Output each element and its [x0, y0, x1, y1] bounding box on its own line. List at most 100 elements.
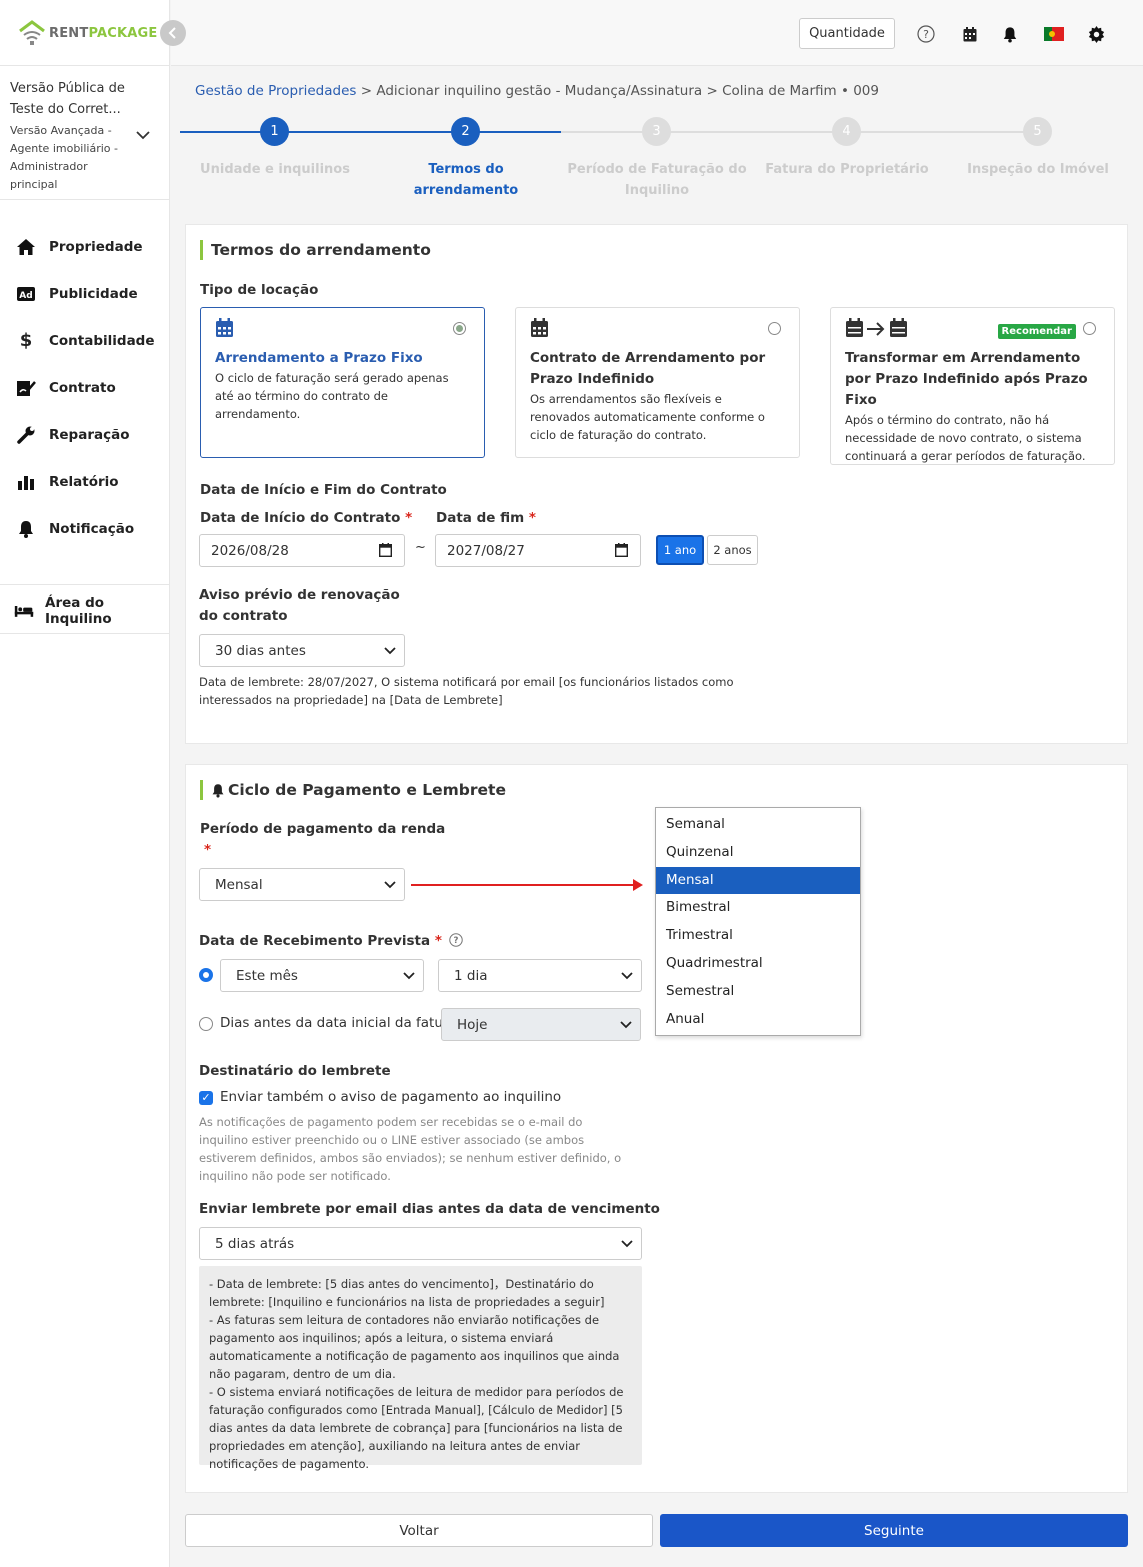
home-icon: [16, 237, 36, 257]
dropdown-option[interactable]: Semanal: [656, 811, 860, 839]
nav-item-notificacao[interactable]: Notificação: [0, 505, 170, 552]
rent-period-label: Período de pagamento da renda: [200, 821, 446, 837]
dropdown-option[interactable]: Trimestral: [656, 922, 860, 950]
nav-item-tenant-area[interactable]: Área do Inquilino: [0, 590, 169, 632]
help-icon[interactable]: ?: [448, 933, 463, 947]
topbar: Quantidade ?: [171, 0, 1143, 66]
ad-icon: Ad: [16, 284, 36, 304]
svg-text:?: ?: [923, 28, 929, 41]
end-date-value: 2027/08/27: [447, 542, 525, 559]
step-2-circle[interactable]: 2: [451, 117, 480, 146]
send-tenant-hint: As notificações de pagamento podem ser r…: [199, 1115, 622, 1183]
dropdown-option[interactable]: Anual: [656, 1006, 860, 1034]
recommend-badge: Recomendar: [997, 324, 1076, 339]
bell-icon: [211, 783, 225, 798]
dropdown-option-selected[interactable]: Mensal: [656, 866, 860, 895]
wifi-house-icon: [18, 20, 46, 46]
nav-item-contrato[interactable]: Contrato: [0, 364, 170, 411]
nav-item-publicidade[interactable]: Ad Publicidade: [0, 270, 170, 317]
lease-option-indefinite[interactable]: Contrato de Arrendamento por Prazo Indef…: [515, 307, 800, 458]
nav-item-reparacao[interactable]: Reparação: [0, 411, 170, 458]
calendar-icon[interactable]: [614, 543, 629, 561]
nav-label: Propriedade: [49, 238, 143, 255]
breadcrumb: Gestão de Propriedades > Adicionar inqui…: [195, 83, 879, 99]
rent-period-select[interactable]: Mensal: [199, 868, 405, 901]
wrench-icon: [16, 425, 36, 445]
dollar-icon: $: [19, 330, 33, 351]
nav-item-contabilidade[interactable]: $ Contabilidade: [0, 317, 170, 364]
contract-dates-label: Data de Início e Fim do Contrato: [200, 482, 447, 498]
dropdown-option[interactable]: Semestral: [656, 978, 860, 1006]
start-date-label: Data de Início do Contrato *: [200, 510, 413, 526]
step-1-circle[interactable]: 1: [260, 117, 289, 146]
reminder-recipient-label: Destinatário do lembrete: [199, 1063, 391, 1079]
chevron-down-icon: [384, 881, 396, 889]
expected-day-select[interactable]: 1 dia: [438, 959, 642, 992]
start-date-input[interactable]: 2026/08/28: [199, 534, 405, 567]
nav-label: Área do Inquilino: [45, 595, 112, 627]
days-before-select[interactable]: Hoje: [441, 1008, 641, 1041]
email-reminder-select[interactable]: 5 dias atrás: [199, 1227, 642, 1260]
annotation-arrow: [411, 879, 643, 891]
portugal-flag-icon[interactable]: [1043, 24, 1065, 44]
breadcrumb-middle: Adicionar inquilino gestão - Mudança/Ass…: [376, 83, 703, 99]
dropdown-option[interactable]: Quinzenal: [656, 839, 860, 867]
lease-option-convert[interactable]: Recomendar Transformar em Arrendamento p…: [830, 307, 1115, 465]
breadcrumb-separator: >: [360, 83, 373, 99]
info-line: - Data de lembrete: [5 dias antes do ven…: [209, 1277, 605, 1309]
start-date-value: 2026/08/28: [211, 542, 289, 559]
bed-icon: [14, 601, 34, 621]
step-3-circle[interactable]: 3: [642, 117, 671, 146]
chevron-down-icon: [620, 1021, 632, 1029]
quantity-button[interactable]: Quantidade: [799, 18, 895, 49]
nav-item-propriedade[interactable]: Propriedade: [0, 223, 170, 270]
end-date-input[interactable]: 2027/08/27: [435, 534, 641, 567]
next-button[interactable]: Seguinte: [660, 1514, 1128, 1547]
dropdown-option[interactable]: Quadrimestral: [656, 950, 860, 978]
nav-label: Contabilidade: [49, 332, 155, 349]
user-switcher[interactable]: Versão Pública de Teste do Corret... Ver…: [0, 65, 170, 200]
lease-option-radio[interactable]: [768, 322, 781, 335]
email-reminder-value: 5 dias atrás: [215, 1235, 295, 1252]
info-line: - As faturas sem leitura de contadores n…: [209, 1313, 620, 1381]
lease-option-radio[interactable]: [1083, 322, 1096, 335]
help-icon[interactable]: ?: [916, 24, 936, 44]
logo[interactable]: RENTPACKAGE: [18, 18, 157, 48]
user-name: Versão Pública de Teste do Corret...: [10, 81, 125, 117]
send-tenant-label[interactable]: Enviar também o aviso de pagamento ao in…: [220, 1089, 561, 1105]
expected-date-radio-month[interactable]: [199, 968, 213, 982]
contract-icon: [16, 378, 36, 398]
user-role: Versão Avançada - Agente imobiliário - A…: [10, 124, 118, 191]
expected-date-radio-days-before[interactable]: [199, 1017, 213, 1031]
divider: [0, 584, 170, 585]
option-title: Transformar em Arrendamento por Prazo In…: [845, 350, 1088, 408]
step-5-circle[interactable]: 5: [1023, 117, 1052, 146]
nav-item-relatorio[interactable]: Relatório: [0, 458, 170, 505]
days-before-value: Hoje: [457, 1016, 488, 1033]
chevron-down-icon: [621, 972, 633, 980]
renewal-notice-select[interactable]: 30 dias antes: [199, 634, 405, 667]
send-tenant-checkbox[interactable]: ✓: [199, 1091, 213, 1105]
calendar-icon[interactable]: [378, 543, 393, 561]
breadcrumb-root[interactable]: Gestão de Propriedades: [195, 83, 356, 99]
info-line: - O sistema enviará notificações de leit…: [209, 1385, 624, 1471]
step-4-circle[interactable]: 4: [832, 117, 861, 146]
expected-month-select[interactable]: Este mês: [220, 959, 424, 992]
calendar-icon[interactable]: [960, 24, 980, 44]
duration-1-year-button[interactable]: 1 ano: [656, 535, 704, 565]
chevron-down-icon: [136, 128, 150, 144]
back-button[interactable]: Voltar: [185, 1514, 653, 1547]
lease-option-fixed[interactable]: Arrendamento a Prazo Fixo O ciclo de fat…: [200, 307, 485, 458]
rent-period-dropdown: Semanal Quinzenal Mensal Bimestral Trime…: [655, 807, 861, 1036]
lease-option-radio[interactable]: [453, 322, 466, 335]
nav-label: Contrato: [49, 379, 116, 396]
nav-label: Relatório: [49, 473, 119, 490]
dropdown-option[interactable]: Bimestral: [656, 894, 860, 922]
duration-2-years-button[interactable]: 2 anos: [707, 535, 758, 565]
step-2-label: Termos do arrendamento: [413, 162, 519, 198]
divider: [0, 633, 170, 634]
bell-icon[interactable]: [1000, 24, 1020, 44]
option-description: Os arrendamentos são flexíveis e renovad…: [530, 392, 765, 442]
collapse-sidebar-button[interactable]: [160, 20, 186, 46]
gear-icon[interactable]: [1086, 24, 1106, 44]
